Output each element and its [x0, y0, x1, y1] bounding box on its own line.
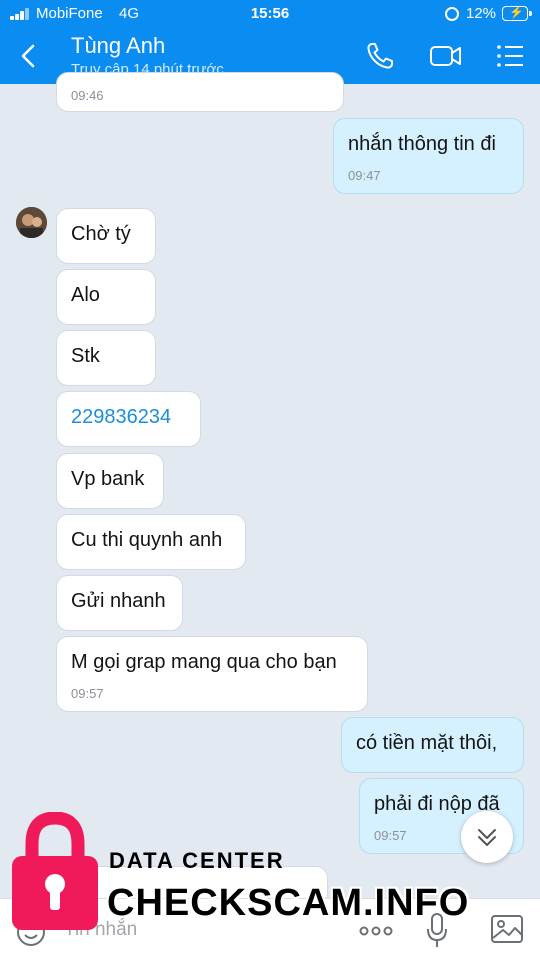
- padlock-logo: [12, 812, 98, 930]
- message-time: 09:47: [348, 168, 381, 183]
- message-text: Vp bank: [71, 468, 145, 490]
- list-icon[interactable]: [495, 40, 529, 72]
- message-bubble-received[interactable]: Stk: [56, 330, 156, 386]
- account-number-link[interactable]: 229836234: [71, 406, 171, 429]
- message-bubble-sent[interactable]: có tiền mặt thôi,: [341, 717, 524, 773]
- message-text: Gửi nhanh: [71, 590, 166, 612]
- message-time: 09:57: [374, 828, 407, 843]
- message-text: Cu thi quynh anh: [71, 529, 223, 551]
- watermark-line2: CHECKSCAM.INFO: [107, 882, 470, 924]
- message-bubble-received[interactable]: Gửi nhanh: [56, 575, 183, 631]
- message-bubble-received[interactable]: Alo: [56, 269, 156, 325]
- chevron-left-icon[interactable]: [14, 40, 44, 72]
- message-text: nhắn thông tin đi: [348, 133, 496, 155]
- message-bubble-received[interactable]: 09:46: [56, 72, 344, 112]
- message-bubble-received[interactable]: Vp bank: [56, 453, 164, 509]
- watermark-line1: DATA CENTER: [109, 848, 285, 873]
- message-text: Chờ tý: [71, 223, 131, 245]
- message-bubble-received[interactable]: M gọi grap mang qua cho bạn 09:57: [56, 636, 368, 712]
- message-text: có tiền mặt thôi,: [356, 732, 498, 754]
- rotation-lock-icon: [445, 7, 459, 21]
- contact-name[interactable]: Tùng Anh: [71, 33, 165, 59]
- phone-icon[interactable]: [364, 40, 398, 72]
- avatar[interactable]: [16, 207, 47, 238]
- message-bubble-received[interactable]: Chờ tý: [56, 208, 156, 264]
- message-bubble-sent[interactable]: nhắn thông tin đi 09:47: [333, 118, 524, 194]
- status-bar: MobiFone 4G 15:56 12% ⚡: [0, 0, 540, 28]
- battery-icon: ⚡: [502, 5, 532, 21]
- message-bubble-received[interactable]: 229836234: [56, 391, 201, 447]
- message-bubble-received[interactable]: Cu thi quynh anh: [56, 514, 246, 570]
- double-chevron-down-icon: [478, 829, 496, 846]
- video-camera-icon[interactable]: [429, 40, 463, 72]
- clock: 15:56: [250, 5, 290, 22]
- message-text: M gọi grap mang qua cho bạn: [71, 651, 337, 673]
- message-time: 09:46: [71, 88, 104, 103]
- scroll-to-bottom-button[interactable]: [461, 811, 513, 863]
- message-time: 09:57: [71, 686, 104, 701]
- message-text: Stk: [71, 345, 100, 367]
- image-icon[interactable]: [490, 913, 524, 945]
- battery-percent: 12%: [466, 5, 497, 22]
- message-text: Alo: [71, 284, 100, 306]
